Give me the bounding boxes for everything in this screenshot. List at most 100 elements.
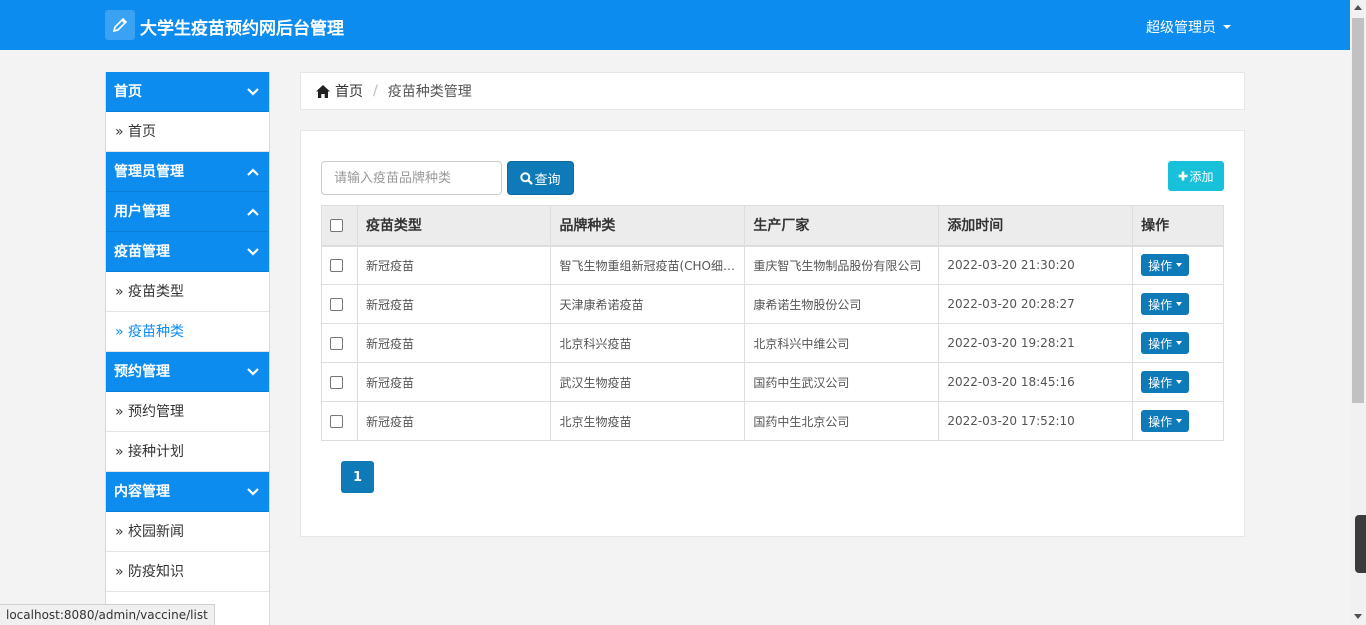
table-row: 新冠疫苗 智飞生物重组新冠疫苗(CHO细… 重庆智飞生物制品股份有限公司 202… [321, 245, 1224, 285]
search-icon [520, 171, 534, 185]
cell-time: 2022-03-20 20:28:27 [938, 284, 1134, 324]
section-title: 疫苗管理 [114, 244, 170, 260]
breadcrumb-separator: / [373, 83, 378, 99]
row-checkbox[interactable] [330, 376, 343, 389]
row-select-cell [321, 284, 358, 324]
table-row: 新冠疫苗 武汉生物疫苗 国药中生武汉公司 2022-03-20 18:45:16… [321, 362, 1224, 402]
select-all-checkbox[interactable] [330, 218, 343, 232]
row-select-cell [321, 323, 358, 363]
action-dropdown-button[interactable]: 操作 [1141, 332, 1190, 354]
action-dropdown-button[interactable]: 操作 [1141, 254, 1190, 277]
row-select-cell [321, 362, 358, 402]
action-label: 操作 [1148, 258, 1173, 273]
caret-down-icon [1223, 25, 1231, 29]
scroll-up-arrow-icon[interactable] [1354, 5, 1362, 10]
sidebar-item-vaccine-brand[interactable]: » 疫苗种类 [106, 312, 269, 352]
section-title: 管理员管理 [114, 164, 184, 180]
home-icon [316, 84, 330, 98]
cell-time: 2022-03-20 17:52:10 [938, 401, 1134, 441]
sidebar-section-content[interactable]: 内容管理 [106, 472, 269, 512]
action-dropdown-button[interactable]: 操作 [1141, 410, 1190, 432]
section-title: 首页 [114, 84, 142, 100]
section-title: 预约管理 [114, 364, 170, 380]
column-header: 品牌种类 [550, 205, 746, 247]
cell-maker: 国药中生武汉公司 [744, 362, 940, 402]
cell-type: 新冠疫苗 [356, 323, 552, 363]
column-header: 添加时间 [938, 205, 1134, 247]
user-name: 超级管理员 [1146, 20, 1216, 36]
row-select-cell [321, 401, 358, 441]
row-select-cell [321, 245, 358, 285]
scroll-down-arrow-icon[interactable] [1354, 614, 1362, 619]
cell-brand: 武汉生物疫苗 [550, 362, 746, 402]
action-dropdown-button[interactable]: 操作 [1141, 293, 1190, 315]
add-button[interactable]: 添加 [1168, 161, 1224, 191]
floating-side-widget[interactable] [1355, 515, 1366, 573]
chevron-down-icon [247, 368, 259, 376]
top-navbar: 大学生疫苗预约网后台管理 超级管理员 [0, 0, 1350, 50]
plus-icon [1178, 171, 1188, 181]
status-bar-url: localhost:8080/admin/vaccine/list [0, 604, 215, 625]
sidebar-item-home[interactable]: » 首页 [106, 112, 269, 152]
sidebar-section-appointment[interactable]: 预约管理 [106, 352, 269, 392]
chevron-down-icon [247, 88, 259, 96]
cell-maker: 北京科兴中维公司 [744, 323, 940, 363]
column-header: 疫苗类型 [356, 205, 552, 247]
sidebar-item-appointment[interactable]: » 预约管理 [106, 392, 269, 432]
cell-type: 新冠疫苗 [356, 245, 552, 285]
sidebar-section-admin[interactable]: 管理员管理 [106, 152, 269, 192]
sidebar-section-vaccine[interactable]: 疫苗管理 [106, 232, 269, 272]
user-menu-dropdown[interactable]: 超级管理员 [1146, 17, 1231, 37]
action-label: 操作 [1148, 414, 1173, 429]
chevron-down-icon [247, 248, 259, 256]
caret-down-icon [1176, 302, 1183, 306]
sidebar: 首页 » 首页 管理员管理 用户管理 疫苗管理 » 疫苗类型 » 疫苗种类 预约… [105, 72, 270, 625]
breadcrumb-home-link[interactable]: 首页 [335, 81, 363, 101]
caret-down-icon [1176, 263, 1183, 268]
sidebar-item-epidemic-knowledge[interactable]: » 防疫知识 [106, 552, 269, 592]
cell-maker: 重庆智飞生物制品股份有限公司 [744, 245, 940, 285]
cell-action: 操作 [1132, 362, 1224, 402]
cell-brand: 智飞生物重组新冠疫苗(CHO细… [550, 245, 746, 285]
add-button-label: 添加 [1189, 169, 1214, 184]
sidebar-section-users[interactable]: 用户管理 [106, 192, 269, 232]
sidebar-section-home[interactable]: 首页 [106, 72, 269, 112]
scrollbar-thumb[interactable] [1352, 18, 1364, 403]
cell-type: 新冠疫苗 [356, 401, 552, 441]
cell-time: 2022-03-20 21:30:20 [938, 245, 1134, 285]
row-checkbox[interactable] [330, 337, 343, 350]
chevron-down-icon [247, 488, 259, 496]
cell-action: 操作 [1132, 284, 1224, 324]
cell-brand: 天津康希诺疫苗 [550, 284, 746, 324]
search-button[interactable]: 查询 [507, 161, 574, 195]
chevron-up-icon [247, 168, 259, 176]
action-label: 操作 [1148, 297, 1173, 312]
table-row: 新冠疫苗 天津康希诺疫苗 康希诺生物股份公司 2022-03-20 20:28:… [321, 284, 1224, 324]
column-header: 生产厂家 [744, 205, 940, 247]
brand[interactable]: 大学生疫苗预约网后台管理 [105, 10, 344, 40]
app-title: 大学生疫苗预约网后台管理 [140, 18, 344, 39]
cell-type: 新冠疫苗 [356, 284, 552, 324]
breadcrumb-current: 疫苗种类管理 [387, 84, 472, 100]
action-dropdown-button[interactable]: 操作 [1141, 371, 1190, 393]
caret-down-icon [1176, 380, 1183, 384]
cell-maker: 康希诺生物股份公司 [744, 284, 940, 324]
pagination-page-1[interactable]: 1 [341, 461, 374, 493]
sidebar-item-campus-news[interactable]: » 校园新闻 [106, 512, 269, 552]
row-checkbox[interactable] [330, 259, 343, 273]
action-label: 操作 [1148, 375, 1173, 390]
search-input[interactable] [321, 161, 502, 195]
row-checkbox[interactable] [330, 415, 343, 428]
sidebar-item-vaccination-plan[interactable]: » 接种计划 [106, 432, 269, 472]
sidebar-item-vaccine-type[interactable]: » 疫苗类型 [106, 272, 269, 312]
row-checkbox[interactable] [330, 298, 343, 311]
cell-time: 2022-03-20 18:45:16 [938, 362, 1134, 402]
select-all-cell [321, 205, 358, 247]
pencil-icon [105, 10, 135, 40]
breadcrumb: 首页 / 疫苗种类管理 [300, 72, 1245, 110]
chevron-up-icon [247, 208, 259, 216]
table-row: 新冠疫苗 北京科兴疫苗 北京科兴中维公司 2022-03-20 19:28:21… [321, 323, 1224, 363]
column-header: 操作 [1132, 205, 1224, 247]
cell-maker: 国药中生北京公司 [744, 401, 940, 441]
cell-time: 2022-03-20 19:28:21 [938, 323, 1134, 363]
